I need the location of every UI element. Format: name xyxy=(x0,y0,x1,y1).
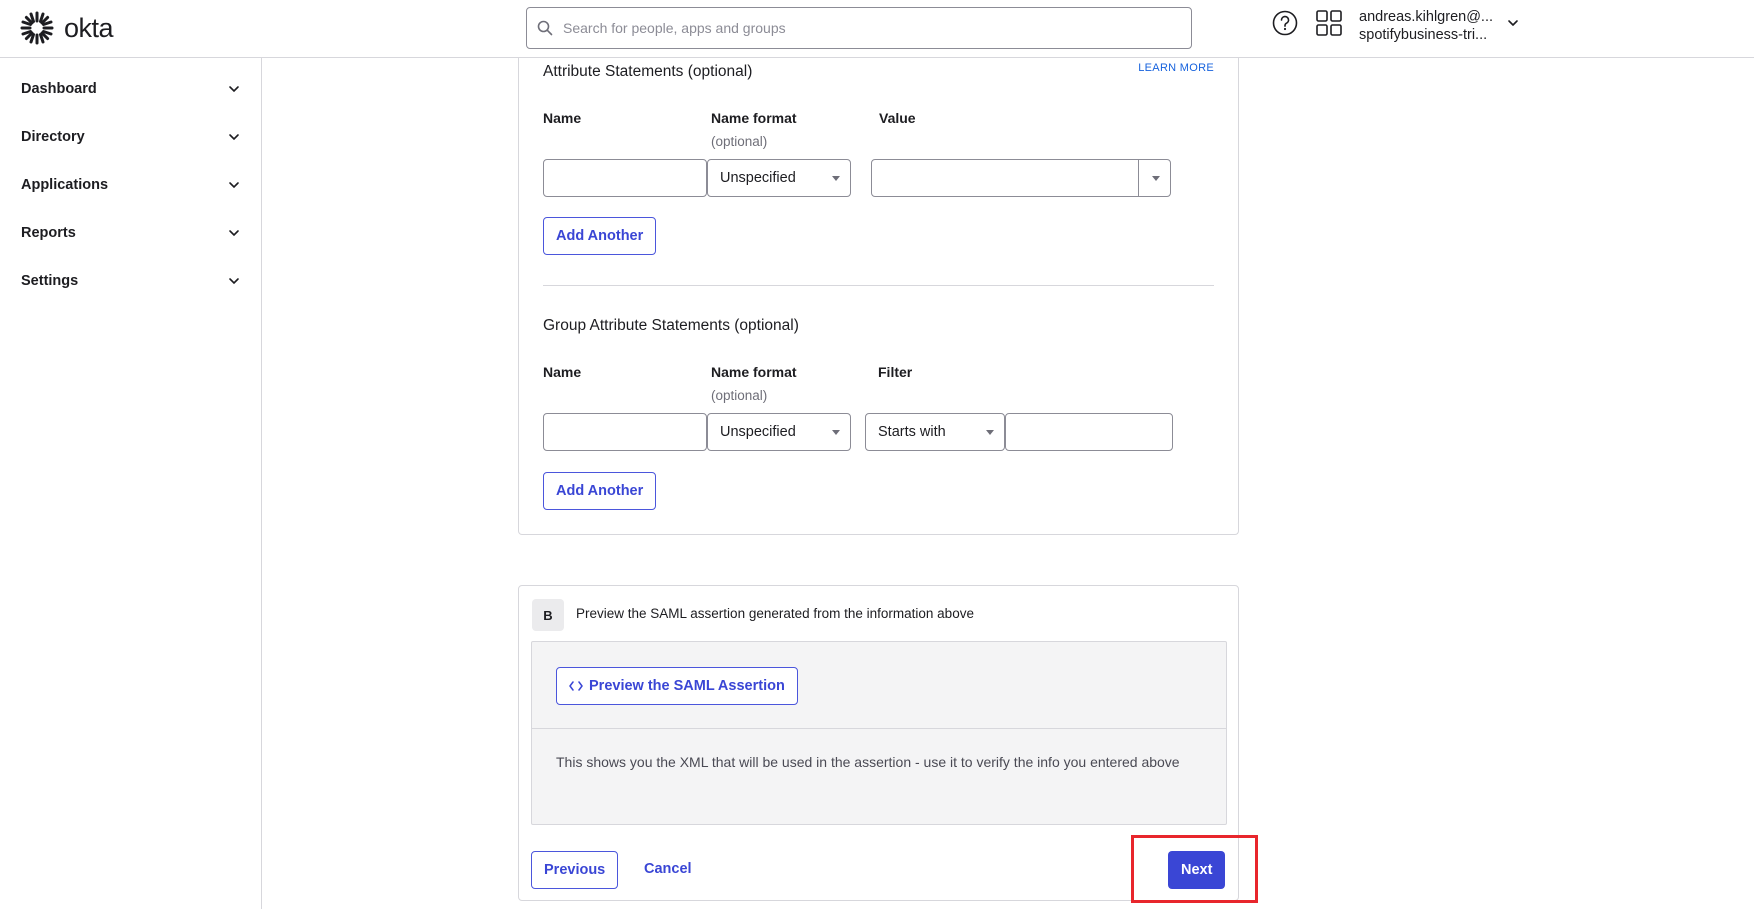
preview-title: Preview the SAML assertion generated fro… xyxy=(576,606,974,621)
preview-description: This shows you the XML that will be used… xyxy=(556,754,1180,770)
group-filter-select[interactable]: Starts with xyxy=(865,413,1005,451)
section-divider xyxy=(543,285,1214,286)
sidebar-item-reports[interactable]: Reports xyxy=(21,218,241,248)
sidebar-item-label: Applications xyxy=(21,177,109,193)
attribute-statements-title: Attribute Statements (optional) xyxy=(543,63,753,80)
sidebar-item-label: Directory xyxy=(21,129,85,145)
apps-grid-icon[interactable] xyxy=(1316,10,1342,36)
okta-sunburst-icon xyxy=(20,11,54,45)
sidebar-item-directory[interactable]: Directory xyxy=(21,122,241,152)
group-name-input[interactable] xyxy=(543,413,707,451)
chevron-down-icon xyxy=(229,134,239,141)
group-format-label: Name format xyxy=(711,364,797,380)
sidebar-item-label: Settings xyxy=(21,273,79,289)
group-filter-label: Filter xyxy=(878,364,913,380)
attribute-statements-card: Attribute Statements (optional) LEARN MO… xyxy=(518,58,1239,535)
attr-value-combobox[interactable] xyxy=(871,159,1171,197)
search-input[interactable] xyxy=(563,20,1163,36)
combobox-divider xyxy=(1138,160,1139,196)
user-name: andreas.kihlgren@... xyxy=(1359,9,1494,25)
caret-down-icon[interactable] xyxy=(1152,176,1160,181)
global-search[interactable] xyxy=(526,7,1192,49)
chevron-down-icon xyxy=(229,86,239,93)
logo-text: okta xyxy=(64,12,114,43)
attr-format-label: Name format xyxy=(711,110,797,126)
attr-format-optional: (optional) xyxy=(711,134,768,149)
caret-down-icon xyxy=(832,176,840,181)
cancel-button[interactable]: Cancel xyxy=(644,861,692,877)
group-name-format-select[interactable]: Unspecified xyxy=(707,413,851,451)
preview-button-label: Preview the SAML Assertion xyxy=(589,678,785,694)
group-add-another-button[interactable]: Add Another xyxy=(543,472,657,510)
step-badge: B xyxy=(532,599,564,631)
group-format-selected: Unspecified xyxy=(720,424,796,440)
code-icon xyxy=(569,681,583,691)
user-org: spotifybusiness-tri... xyxy=(1359,27,1488,43)
preview-saml-assertion-button[interactable]: Preview the SAML Assertion xyxy=(556,667,798,705)
attr-format-selected: Unspecified xyxy=(720,170,796,186)
group-filter-value-input[interactable] xyxy=(1005,413,1173,451)
chevron-down-icon[interactable] xyxy=(1506,16,1520,30)
chevron-down-icon xyxy=(229,230,239,237)
sidebar-item-label: Reports xyxy=(21,225,76,241)
preview-panel-top: Preview the SAML Assertion xyxy=(532,642,1226,729)
saml-preview-card: B Preview the SAML assertion generated f… xyxy=(518,585,1239,901)
attr-name-label: Name xyxy=(543,110,582,126)
caret-down-icon xyxy=(986,430,994,435)
group-name-label: Name xyxy=(543,364,582,380)
chevron-down-icon xyxy=(229,182,239,189)
caret-down-icon xyxy=(832,430,840,435)
search-icon xyxy=(537,20,553,36)
help-icon[interactable] xyxy=(1272,10,1298,36)
attr-name-input[interactable] xyxy=(543,159,707,197)
group-attribute-statements-title: Group Attribute Statements (optional) xyxy=(543,317,799,334)
group-format-optional: (optional) xyxy=(711,388,768,403)
previous-button[interactable]: Previous xyxy=(531,851,619,889)
attr-value-input[interactable] xyxy=(872,160,1138,196)
group-filter-selected: Starts with xyxy=(878,424,946,440)
attr-add-another-button[interactable]: Add Another xyxy=(543,217,657,255)
next-button[interactable]: Next xyxy=(1168,851,1226,889)
sidebar-item-applications[interactable]: Applications xyxy=(21,170,241,200)
learn-more-link[interactable]: LEARN MORE xyxy=(1138,62,1214,74)
attr-value-label: Value xyxy=(879,110,916,126)
top-header: okta andreas.kihlgren@... spotifybusines… xyxy=(0,0,1754,58)
chevron-down-icon xyxy=(229,278,239,285)
sidebar: Dashboard Directory Applications Reports… xyxy=(0,58,262,909)
preview-panel: Preview the SAML Assertion This shows yo… xyxy=(531,641,1227,825)
user-menu[interactable]: andreas.kihlgren@... spotifybusiness-tri… xyxy=(1359,8,1493,44)
okta-logo[interactable]: okta xyxy=(20,11,114,45)
sidebar-item-settings[interactable]: Settings xyxy=(21,266,241,296)
attr-name-format-select[interactable]: Unspecified xyxy=(707,159,851,197)
sidebar-item-dashboard[interactable]: Dashboard xyxy=(21,74,241,104)
sidebar-item-label: Dashboard xyxy=(21,81,97,97)
